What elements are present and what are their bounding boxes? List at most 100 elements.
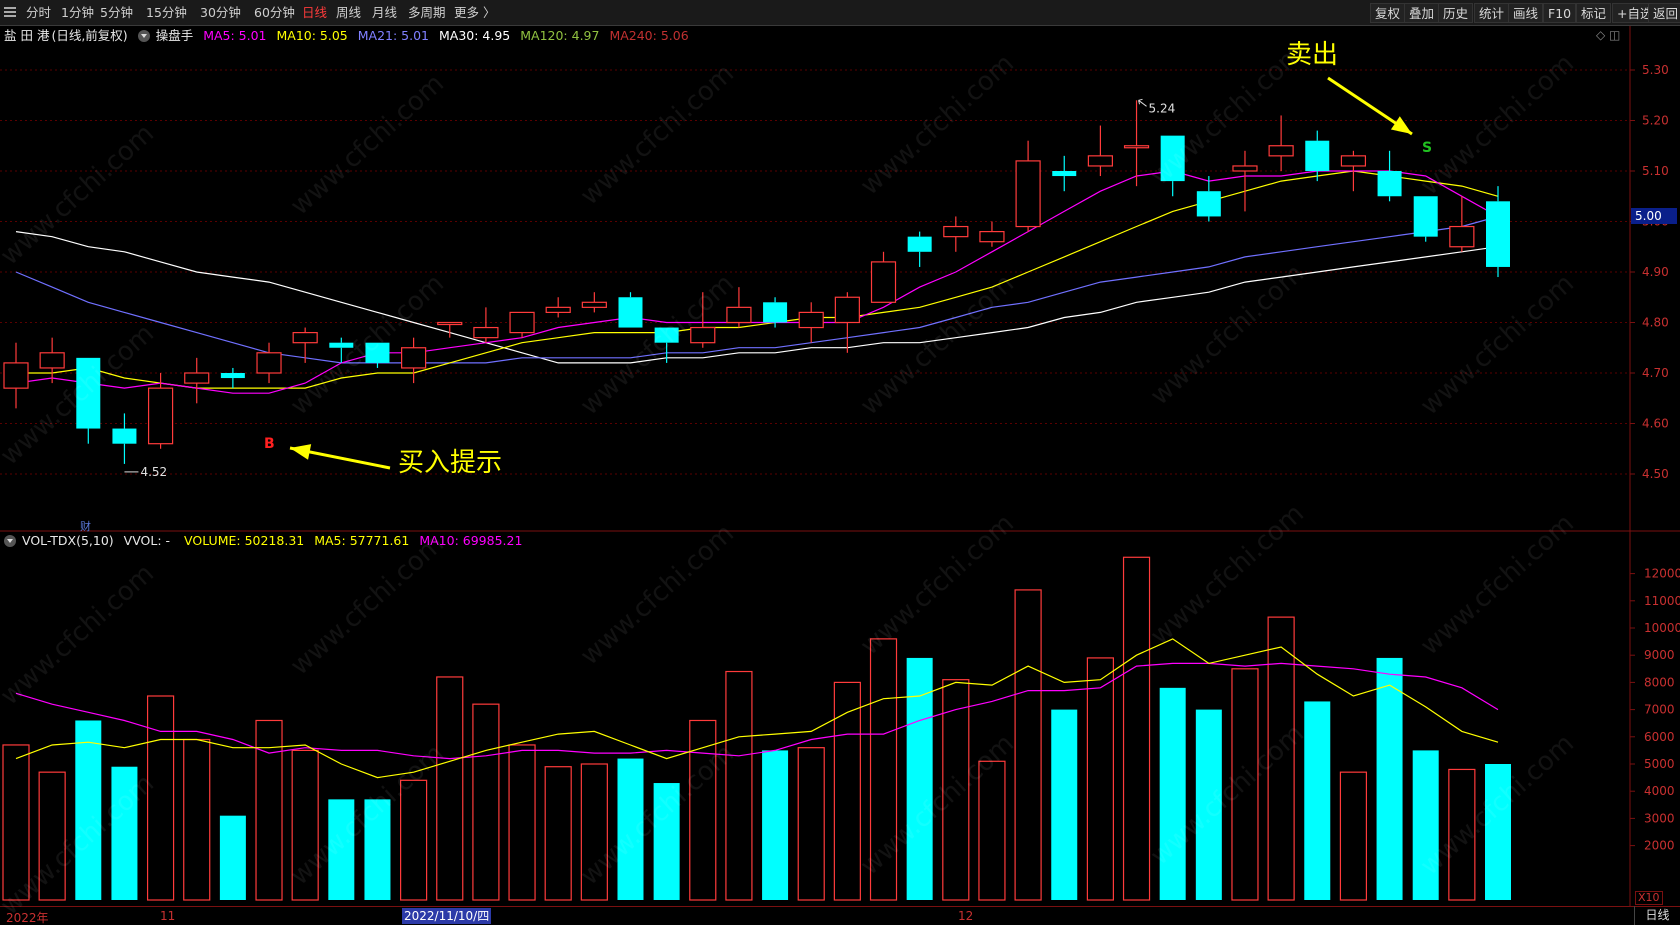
candlestick[interactable]: [545, 297, 571, 318]
candlestick[interactable]: [401, 337, 427, 384]
volume-bar[interactable]: [869, 638, 898, 901]
candlestick[interactable]: [581, 292, 607, 313]
candle-body: [1232, 165, 1258, 172]
volume-bar[interactable]: [725, 670, 753, 901]
volume-tick-label: 3000: [1644, 811, 1675, 825]
volume-bar[interactable]: [291, 749, 319, 901]
volume-bar[interactable]: [544, 766, 572, 901]
candle-body: [147, 387, 174, 445]
volume-bar[interactable]: [689, 719, 717, 901]
candlestick[interactable]: [292, 327, 318, 363]
volume-tick-label: 5000: [1644, 757, 1675, 771]
volume-bar[interactable]: [1051, 709, 1078, 900]
candlestick[interactable]: [256, 342, 282, 384]
volume-indicator-title[interactable]: VOL-TDX(5,10): [22, 533, 114, 548]
volume-bar[interactable]: [219, 815, 246, 900]
candlestick[interactable]: [618, 292, 643, 328]
volume-tick-label: 9000: [1644, 648, 1675, 662]
volume-bar[interactable]: [146, 695, 175, 901]
candlestick[interactable]: [1268, 115, 1294, 171]
price-chart[interactable]: 5.30 5.20 5.10 5.00 4.90 4.80 4.70 4.60 4.50 5.24…: [0, 0, 1680, 532]
volume-bar[interactable]: [1448, 768, 1476, 901]
candlestick[interactable]: [690, 292, 716, 348]
candlestick[interactable]: [1160, 135, 1185, 197]
volume-bar[interactable]: [653, 783, 680, 900]
volume-tick-label: 12000: [1644, 567, 1680, 581]
volume-bar[interactable]: [472, 703, 500, 901]
candlestick[interactable]: [112, 413, 137, 464]
candlestick[interactable]: [1305, 130, 1330, 182]
volume-bar[interactable]: [1485, 764, 1511, 900]
candlestick[interactable]: [907, 231, 932, 267]
volume-ma5-line: [15, 638, 1499, 779]
volume-bar[interactable]: [617, 758, 644, 900]
candlestick[interactable]: [473, 307, 499, 343]
volume-dropdown-icon[interactable]: [4, 535, 16, 547]
period-button[interactable]: 日线: [1634, 906, 1680, 925]
candlestick[interactable]: [76, 357, 101, 444]
candlestick[interactable]: [3, 342, 29, 409]
volume-bar[interactable]: [1086, 657, 1114, 901]
volume-bar[interactable]: [38, 771, 66, 901]
volume-bar[interactable]: [1014, 589, 1042, 901]
price-tick-label: 4.70: [1642, 366, 1669, 380]
candlestick[interactable]: [1232, 150, 1258, 212]
candlestick[interactable]: [943, 216, 969, 252]
candlestick[interactable]: [1015, 140, 1041, 232]
candlestick[interactable]: [220, 367, 245, 389]
volume-bar[interactable]: [1339, 771, 1368, 901]
volume-bar[interactable]: [364, 799, 391, 900]
candlestick[interactable]: [39, 337, 65, 384]
volume-bar[interactable]: [906, 657, 933, 900]
sell-marker: S: [1422, 140, 1433, 156]
watermark-text: www.cfchi.com: [574, 738, 740, 892]
volume-bar[interactable]: [942, 679, 970, 901]
candlestick[interactable]: [1087, 125, 1113, 177]
volume-bar[interactable]: [762, 750, 789, 900]
candlestick[interactable]: [509, 311, 535, 338]
volume-bar[interactable]: [797, 747, 825, 901]
volume-bar[interactable]: [328, 799, 355, 900]
volume-bar[interactable]: [183, 738, 211, 901]
candlestick[interactable]: [1196, 176, 1221, 222]
candle-body: [292, 332, 318, 344]
volume-bar[interactable]: [1159, 687, 1186, 900]
volume-bar[interactable]: [1412, 750, 1439, 900]
candlestick[interactable]: [184, 357, 210, 404]
volume-bar[interactable]: [1376, 657, 1403, 900]
volume-bar[interactable]: [1122, 556, 1151, 901]
candlestick[interactable]: [1377, 150, 1402, 202]
candlestick[interactable]: [1413, 196, 1438, 242]
candlestick[interactable]: [834, 292, 860, 353]
candlestick[interactable]: [726, 287, 752, 328]
candlestick[interactable]: [329, 337, 354, 363]
volume-bar[interactable]: [978, 760, 1006, 901]
finance-marker[interactable]: 财: [80, 518, 91, 534]
candlestick[interactable]: [1123, 100, 1150, 187]
volume-bar[interactable]: [436, 676, 464, 901]
volume-ma10-line: [15, 662, 1499, 760]
candlestick[interactable]: [979, 221, 1005, 247]
candlestick[interactable]: [870, 251, 897, 303]
volume-bar[interactable]: [111, 766, 138, 900]
candle-body: [76, 357, 101, 429]
candlestick[interactable]: [1486, 186, 1510, 278]
volume-bar[interactable]: [1304, 701, 1331, 900]
volume-bar[interactable]: [1231, 668, 1259, 901]
price-tick-label: 5.30: [1642, 63, 1669, 77]
candlestick[interactable]: [1052, 155, 1077, 192]
candlestick[interactable]: [798, 302, 824, 343]
volume-bar[interactable]: [2, 744, 30, 901]
candle-body: [39, 352, 65, 369]
volume-bar[interactable]: [255, 719, 283, 901]
volume-bar[interactable]: [75, 720, 102, 900]
volume-bar[interactable]: [1195, 709, 1222, 900]
volume-bar[interactable]: [1267, 616, 1295, 901]
volume-tick-label: 11000: [1644, 594, 1680, 608]
candlestick[interactable]: [365, 342, 390, 368]
volume-bar[interactable]: [400, 779, 428, 901]
price-tick-label: 5.20: [1642, 114, 1669, 128]
volume-bar[interactable]: [508, 744, 536, 901]
volume-bar[interactable]: [580, 763, 608, 901]
volume-bar[interactable]: [833, 681, 861, 901]
